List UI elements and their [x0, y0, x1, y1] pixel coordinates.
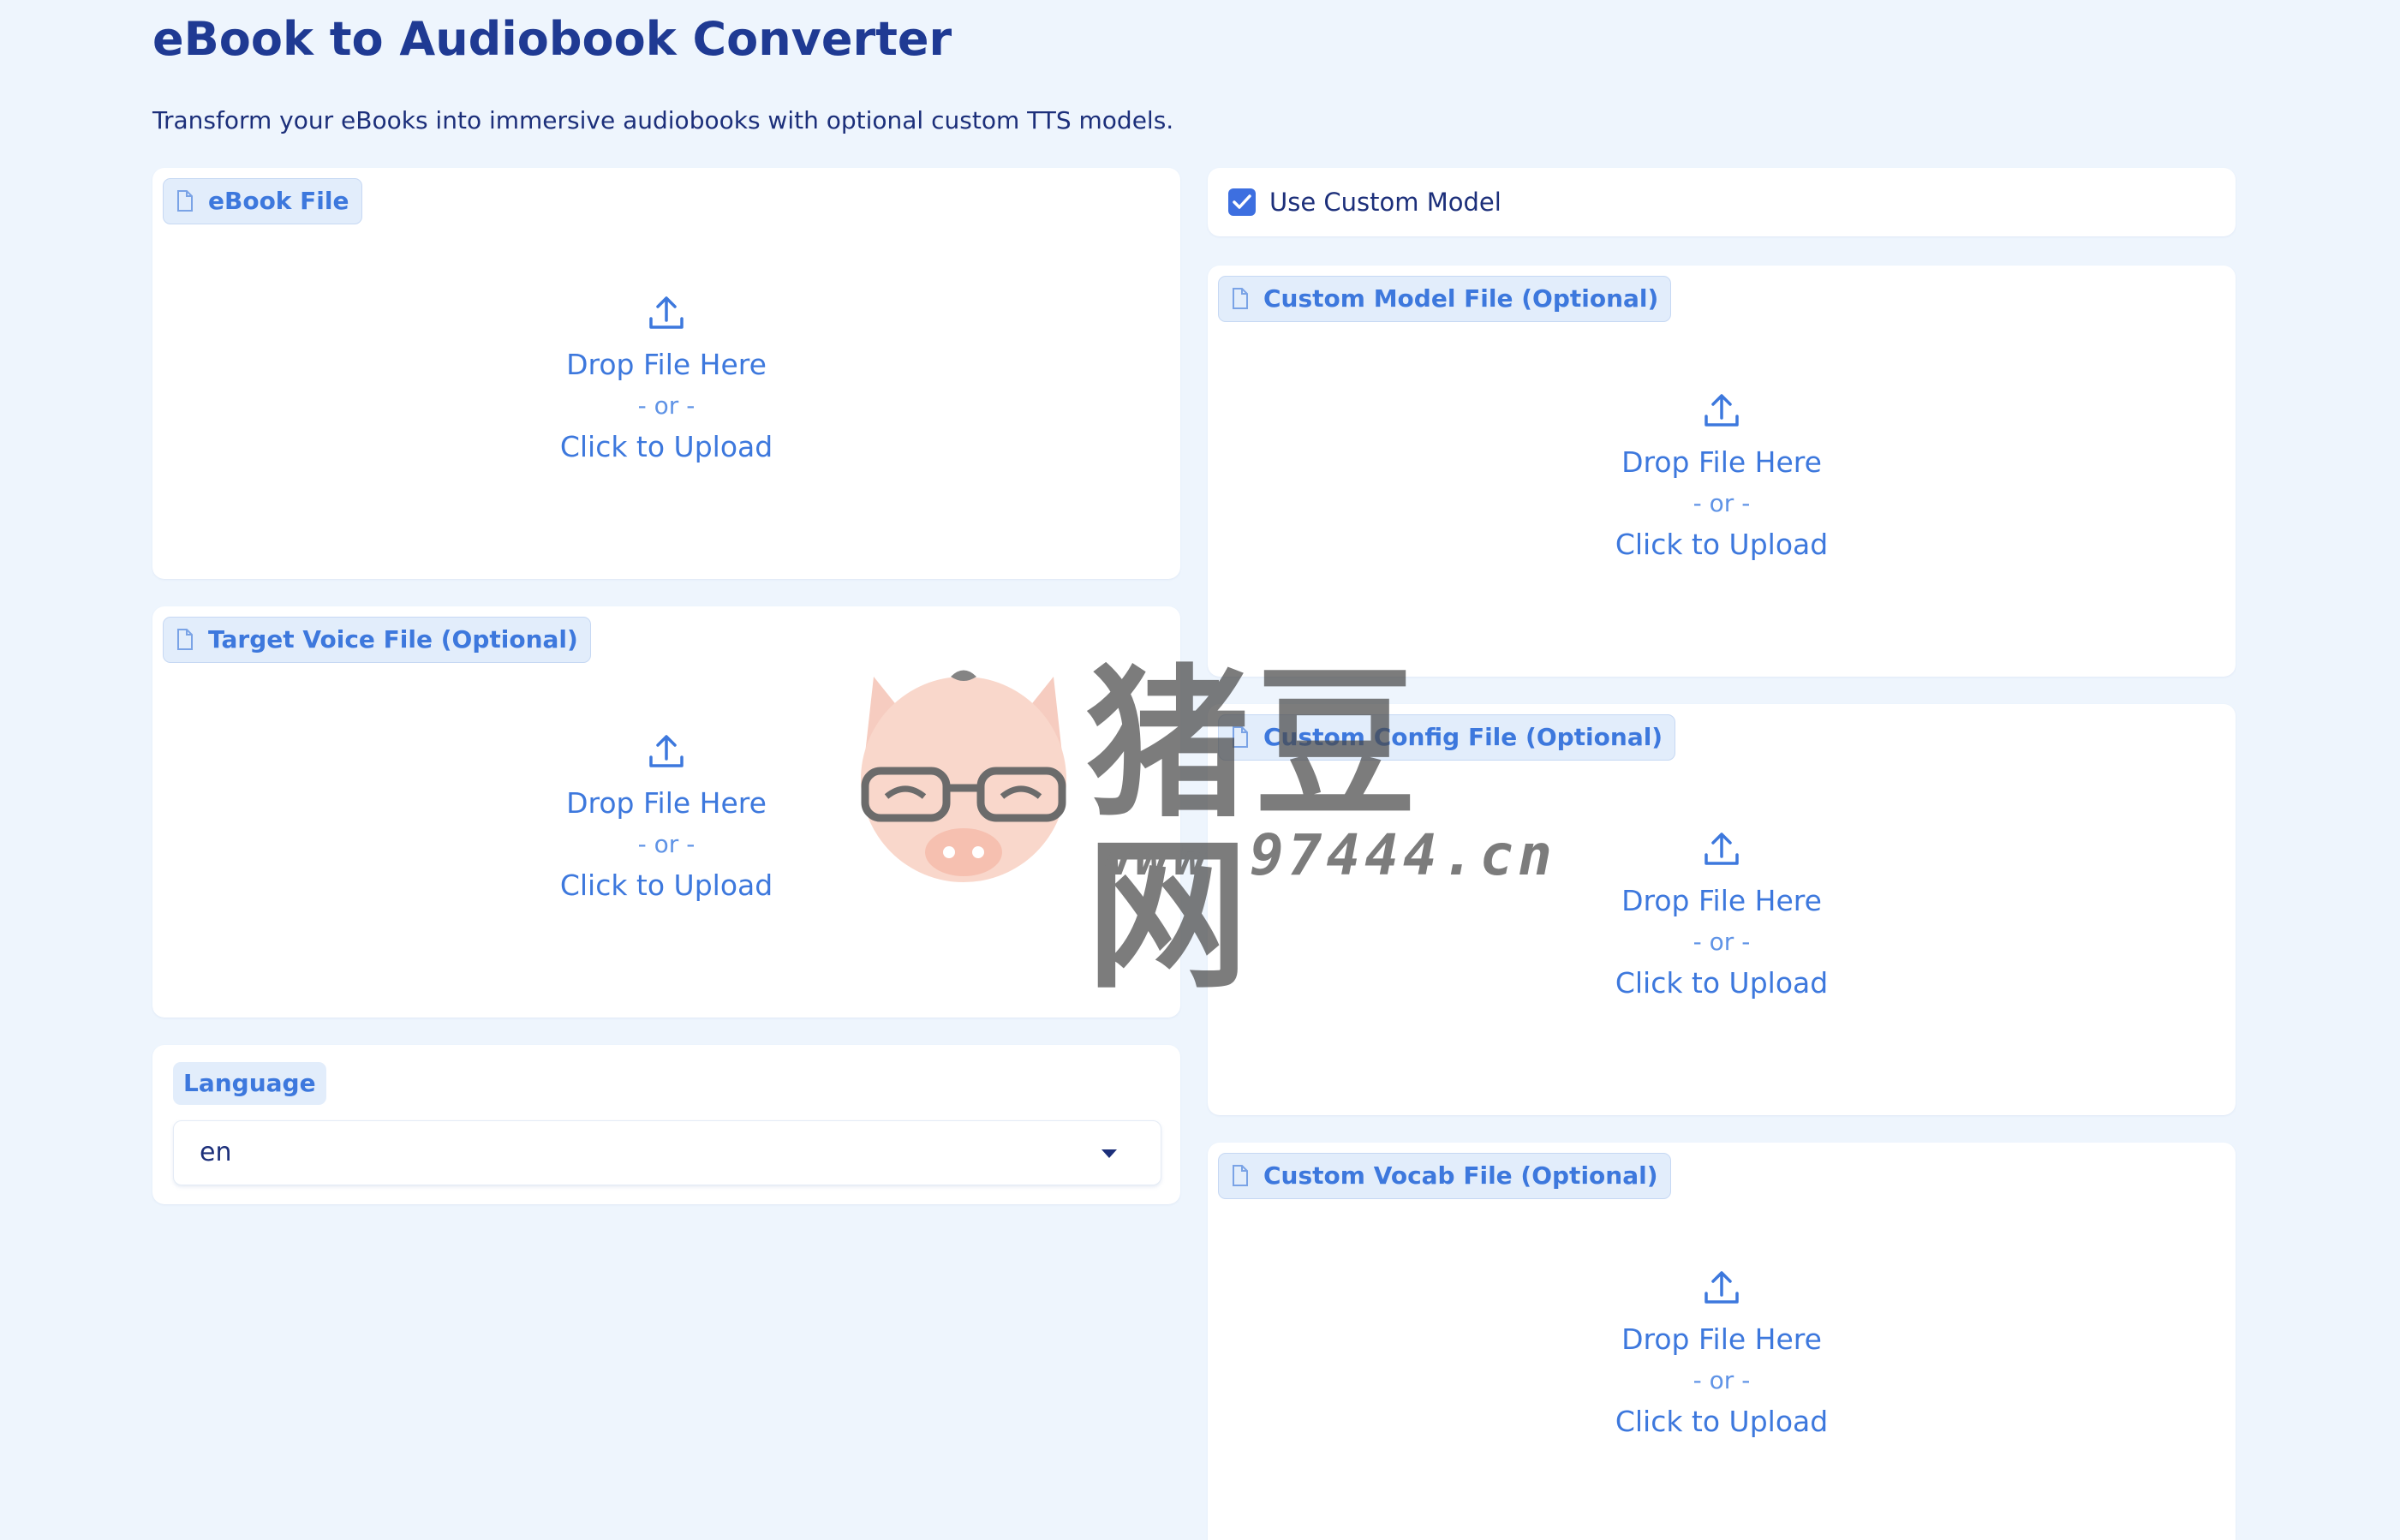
ebook-file-upload[interactable]: eBook File Drop File Here - or - Click t… [152, 168, 1180, 579]
custom-vocab-dropzone[interactable]: Drop File Here - or - Click to Upload [1208, 1268, 2236, 1442]
drop-file-text: Drop File Here [566, 786, 767, 820]
drop-file-text: Drop File Here [1621, 445, 1822, 479]
custom-model-file-label: Custom Model File (Optional) [1218, 276, 1672, 322]
custom-config-file-upload[interactable]: Custom Config File (Optional) Drop File … [1208, 704, 2236, 1115]
use-custom-model-checkbox[interactable] [1228, 188, 1256, 216]
use-custom-model-label[interactable]: Use Custom Model [1269, 185, 1501, 219]
drop-file-text: Drop File Here [1621, 884, 1822, 917]
upload-icon [1704, 394, 1739, 427]
file-icon [177, 629, 193, 650]
page-title: eBook to Audiobook Converter [152, 12, 952, 66]
target-voice-file-label-text: Target Voice File (Optional) [208, 625, 578, 654]
use-custom-model-panel: Use Custom Model [1208, 168, 2236, 236]
custom-vocab-file-label-text: Custom Vocab File (Optional) [1263, 1161, 1658, 1190]
custom-model-file-upload[interactable]: Custom Model File (Optional) Drop File H… [1208, 266, 2236, 677]
target-voice-dropzone[interactable]: Drop File Here - or - Click to Upload [152, 731, 1180, 906]
click-to-upload-text: Click to Upload [1615, 528, 1829, 561]
chevron-down-icon [1101, 1149, 1117, 1158]
file-icon [177, 190, 193, 212]
target-voice-file-label: Target Voice File (Optional) [163, 617, 591, 663]
file-icon [1233, 1165, 1248, 1186]
or-text: - or - [1693, 928, 1751, 956]
ebook-file-label: eBook File [163, 178, 362, 224]
or-text: - or - [1693, 1366, 1751, 1394]
or-text: - or - [1693, 489, 1751, 517]
target-voice-file-upload[interactable]: Target Voice File (Optional) Drop File H… [152, 606, 1180, 1018]
click-to-upload-text: Click to Upload [559, 868, 773, 902]
custom-config-file-label-text: Custom Config File (Optional) [1263, 723, 1663, 751]
upload-icon [1704, 1271, 1739, 1304]
custom-vocab-file-label: Custom Vocab File (Optional) [1218, 1153, 1671, 1199]
or-text: - or - [637, 391, 696, 420]
upload-icon [1704, 833, 1739, 865]
page-subtitle: Transform your eBooks into immersive aud… [152, 106, 1174, 134]
click-to-upload-text: Click to Upload [559, 430, 773, 463]
custom-model-dropzone[interactable]: Drop File Here - or - Click to Upload [1208, 391, 2236, 565]
ebook-dropzone[interactable]: Drop File Here - or - Click to Upload [152, 293, 1180, 468]
custom-model-file-label-text: Custom Model File (Optional) [1263, 284, 1659, 313]
custom-config-file-label: Custom Config File (Optional) [1218, 714, 1676, 761]
file-icon [1233, 726, 1248, 748]
custom-config-dropzone[interactable]: Drop File Here - or - Click to Upload [1208, 829, 2236, 1004]
click-to-upload-text: Click to Upload [1615, 966, 1829, 1000]
ebook-file-label-text: eBook File [208, 187, 349, 215]
custom-vocab-file-upload[interactable]: Custom Vocab File (Optional) Drop File H… [1208, 1143, 2236, 1540]
drop-file-text: Drop File Here [566, 348, 767, 381]
language-panel: Language en [152, 1045, 1180, 1204]
language-dropdown[interactable]: en [173, 1120, 1161, 1185]
file-icon [1233, 288, 1248, 309]
upload-icon [649, 296, 684, 329]
click-to-upload-text: Click to Upload [1615, 1405, 1829, 1438]
or-text: - or - [637, 830, 696, 858]
drop-file-text: Drop File Here [1621, 1322, 1822, 1356]
checkmark-icon [1233, 194, 1251, 209]
language-label: Language [173, 1062, 326, 1105]
upload-icon [649, 735, 684, 767]
language-value: en [200, 1137, 232, 1167]
